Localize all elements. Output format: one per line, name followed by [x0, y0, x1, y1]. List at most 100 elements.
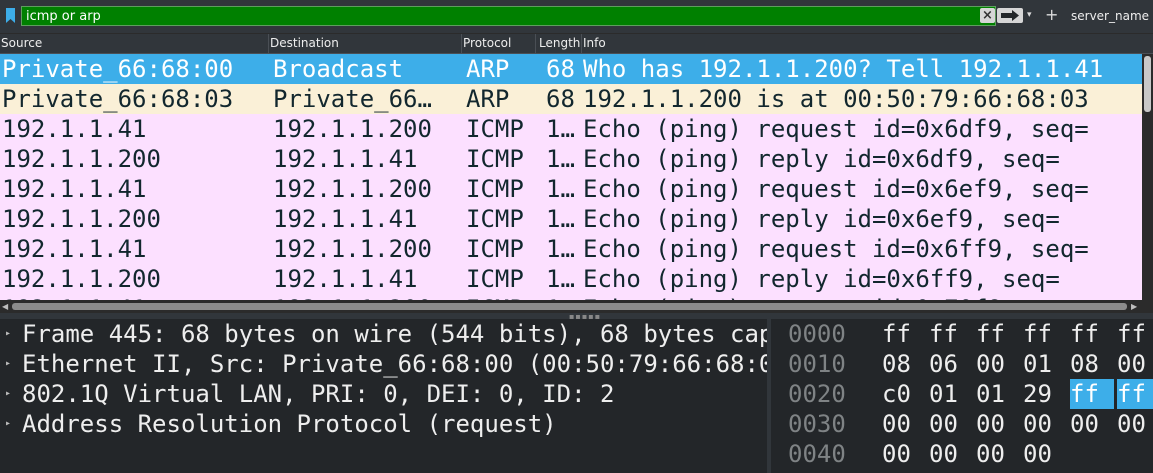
- hex-byte[interactable]: 00: [929, 439, 973, 469]
- hex-byte[interactable]: ff: [1070, 379, 1114, 409]
- column-header-info[interactable]: Info: [582, 34, 1153, 53]
- chevron-down-icon: ▾: [1027, 10, 1032, 20]
- packet-row[interactable]: Private_66:68:03 Private_66… ARP 68 192.1.1.…: [0, 84, 1142, 114]
- cell-source: 192.1.1.200: [2, 145, 161, 173]
- packet-details-pane: ▸ Frame 445: 68 bytes on wire (544 bits),…: [0, 319, 767, 473]
- scrollbar-thumb[interactable]: [12, 303, 1127, 310]
- packet-list-vertical-scrollbar[interactable]: [1142, 54, 1153, 300]
- cell-protocol: ICMP: [466, 205, 524, 233]
- hex-byte[interactable]: 01: [976, 379, 1020, 409]
- scroll-right-icon[interactable]: ▶: [1131, 302, 1137, 311]
- hex-byte[interactable]: 00: [976, 439, 1020, 469]
- cell-destination: 192.1.1.41: [273, 205, 418, 233]
- hex-byte[interactable]: ff: [976, 319, 1020, 349]
- hex-byte[interactable]: 06: [929, 349, 973, 379]
- hex-row: 0030 00 00 00 00 00 00: [771, 409, 1153, 439]
- scroll-left-icon[interactable]: ◀: [2, 302, 8, 311]
- cell-protocol: ICMP: [466, 175, 524, 203]
- hex-offset: 0000: [788, 320, 846, 348]
- details-tree-label: Frame 445: 68 bytes on wire (544 bits), …: [22, 320, 767, 348]
- server-name-label: server_name: [1071, 9, 1150, 23]
- packet-row[interactable]: Private_66:68:00 Broadcast ARP 68 Who has 19…: [0, 54, 1142, 84]
- hex-byte[interactable]: 01: [929, 379, 973, 409]
- hex-row: 0000 ff ff ff ff ff ff: [771, 319, 1153, 349]
- cell-info: Echo (ping) request id=0x6df9, seq=: [583, 115, 1089, 143]
- cell-destination: Private_66…: [273, 85, 432, 113]
- hex-byte[interactable]: ff: [1023, 319, 1067, 349]
- hex-byte[interactable]: 00: [1117, 409, 1153, 439]
- cell-destination: 192.1.1.41: [273, 265, 418, 293]
- expand-arrow-icon[interactable]: ▸: [5, 409, 11, 439]
- cell-destination: 192.1.1.200: [273, 175, 432, 203]
- cell-length: 1…: [546, 205, 575, 233]
- hex-byte[interactable]: ff: [1117, 379, 1153, 409]
- expand-arrow-icon[interactable]: ▸: [5, 379, 11, 409]
- column-header-destination[interactable]: Destination: [269, 34, 462, 53]
- details-tree-item[interactable]: ▸ Address Resolution Protocol (request): [0, 409, 767, 439]
- details-tree-item[interactable]: ▸ Ethernet II, Src: Private_66:68:00 (00:…: [0, 349, 767, 379]
- expand-arrow-icon[interactable]: ▸: [5, 349, 11, 379]
- arrow-right-icon: [1001, 10, 1019, 21]
- column-header-protocol[interactable]: Protocol: [462, 34, 536, 53]
- hex-byte[interactable]: 29: [1023, 379, 1067, 409]
- cell-info: Echo (ping) request id=0x6ff9, seq=: [583, 235, 1089, 263]
- hex-row: 0040 00 00 00 00: [771, 439, 1153, 469]
- packet-row[interactable]: 192.1.1.41 192.1.1.200 ICMP 1… Echo (ping) r…: [0, 114, 1142, 144]
- hex-row: 0020 c0 01 01 29 ff ff: [771, 379, 1153, 409]
- display-filter-toolbar: icmp or arp × ▾ + server_name: [0, 0, 1153, 33]
- clear-filter-button[interactable]: ×: [980, 8, 995, 23]
- hex-byte[interactable]: ff: [1117, 319, 1153, 349]
- packet-list: Private_66:68:00 Broadcast ARP 68 Who has 19…: [0, 54, 1142, 300]
- hex-byte[interactable]: 00: [976, 409, 1020, 439]
- packet-list-header: Source Destination Protocol Length Info: [0, 34, 1153, 54]
- bookmark-icon[interactable]: [6, 8, 15, 23]
- details-tree-label: 802.1Q Virtual LAN, PRI: 0, DEI: 0, ID: …: [22, 380, 615, 408]
- hex-byte[interactable]: 01: [1023, 349, 1067, 379]
- cell-info: Echo (ping) reply id=0x6df9, seq=: [583, 145, 1060, 173]
- cell-length: 1…: [546, 145, 575, 173]
- hex-byte[interactable]: 00: [1023, 409, 1067, 439]
- packet-row[interactable]: 192.1.1.200 192.1.1.41 ICMP 1… Echo (ping) r…: [0, 144, 1142, 174]
- hex-byte[interactable]: ff: [929, 319, 973, 349]
- scrollbar-thumb[interactable]: [1144, 56, 1151, 112]
- details-tree-item[interactable]: ▸ Frame 445: 68 bytes on wire (544 bits),…: [0, 319, 767, 349]
- hex-byte[interactable]: ff: [882, 319, 926, 349]
- cell-destination: Broadcast: [273, 55, 404, 83]
- cell-source: 192.1.1.41: [2, 175, 147, 203]
- display-filter-input[interactable]: icmp or arp: [21, 6, 996, 26]
- hex-byte[interactable]: 00: [1117, 349, 1153, 379]
- cell-source: Private_66:68:03: [2, 85, 234, 113]
- hex-offset: 0030: [788, 410, 846, 438]
- cell-destination: 192.1.1.41: [273, 145, 418, 173]
- hex-byte[interactable]: 08: [882, 349, 926, 379]
- hex-byte[interactable]: 00: [882, 439, 926, 469]
- hex-byte[interactable]: 00: [1070, 409, 1114, 439]
- expand-arrow-icon[interactable]: ▸: [5, 319, 11, 349]
- hex-byte[interactable]: ff: [1070, 319, 1114, 349]
- cell-length: 68: [546, 55, 575, 83]
- hex-byte[interactable]: 00: [929, 409, 973, 439]
- hex-byte[interactable]: c0: [882, 379, 926, 409]
- packet-row[interactable]: 192.1.1.41 192.1.1.200 ICMP 1… Echo (ping) r…: [0, 234, 1142, 264]
- column-header-source[interactable]: Source: [0, 34, 269, 53]
- filter-history-dropdown[interactable]: ▾: [1027, 10, 1037, 20]
- cell-length: 1…: [546, 235, 575, 263]
- hex-byte[interactable]: 08: [1070, 349, 1114, 379]
- hex-byte[interactable]: 00: [976, 349, 1020, 379]
- hex-byte[interactable]: 00: [1023, 439, 1067, 469]
- packet-row[interactable]: 192.1.1.41 192.1.1.200 ICMP 1… Echo (ping) r…: [0, 174, 1142, 204]
- cell-protocol: ICMP: [466, 265, 524, 293]
- apply-filter-button[interactable]: [997, 8, 1023, 23]
- cell-protocol: ICMP: [466, 235, 524, 263]
- column-header-length[interactable]: Length: [536, 34, 582, 53]
- packet-row[interactable]: 192.1.1.200 192.1.1.41 ICMP 1… Echo (ping) r…: [0, 264, 1142, 294]
- packet-bytes-pane: 0000 ff ff ff ff ff ff 0010 08 06 00 01 08 00 0020 c0 01…: [771, 319, 1153, 473]
- cell-info: 192.1.1.200 is at 00:50:79:66:68:03: [583, 85, 1089, 113]
- hex-byte[interactable]: 00: [882, 409, 926, 439]
- cell-info: Echo (ping) reply id=0x6ff9, seq=: [583, 265, 1060, 293]
- plus-icon: +: [1045, 5, 1059, 24]
- add-filter-button[interactable]: +: [1045, 6, 1058, 24]
- details-tree-item[interactable]: ▸ 802.1Q Virtual LAN, PRI: 0, DEI: 0, ID:…: [0, 379, 767, 409]
- packet-row[interactable]: 192.1.1.200 192.1.1.41 ICMP 1… Echo (ping) r…: [0, 204, 1142, 234]
- cell-destination: 192.1.1.200: [273, 235, 432, 263]
